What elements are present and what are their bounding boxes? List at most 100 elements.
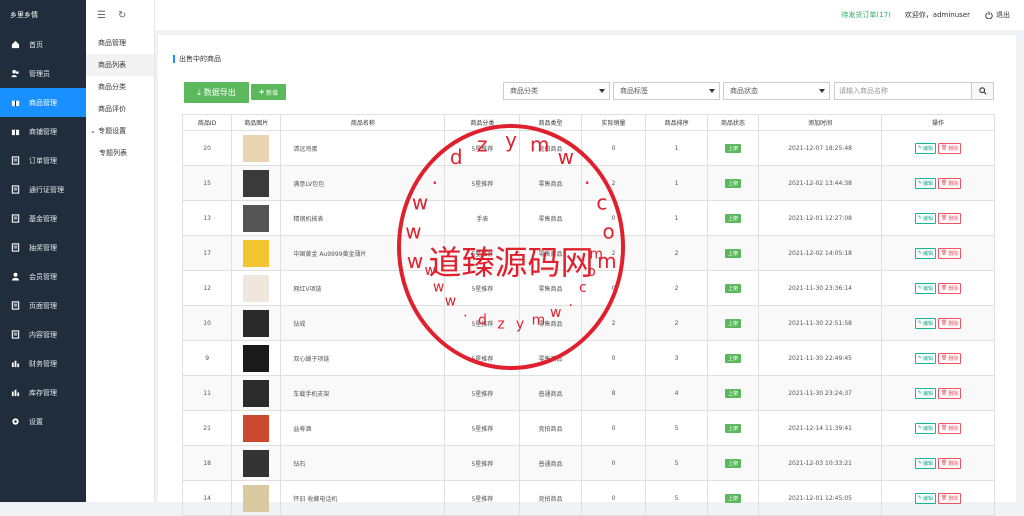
- status-badge[interactable]: 上架: [724, 423, 741, 433]
- sidebar-item-label: 设置: [29, 417, 43, 426]
- product-thumbnail[interactable]: [243, 484, 270, 512]
- product-image-cell: [231, 445, 282, 481]
- status-select[interactable]: 商品状态: [723, 82, 830, 100]
- export-button[interactable]: ⤓ 数据导出: [184, 82, 249, 103]
- product-image-cell: [231, 480, 282, 516]
- sidebar-item[interactable]: 商品管理: [0, 88, 86, 117]
- product-image-cell: [231, 165, 282, 201]
- tag-select[interactable]: 商品标签: [613, 82, 720, 100]
- sidebar-item[interactable]: 首页: [0, 30, 86, 59]
- menu-toggle-icon[interactable]: ☰: [97, 10, 106, 21]
- status-badge[interactable]: 上架: [724, 493, 741, 503]
- delete-button[interactable]: 🗑 删除: [937, 352, 962, 364]
- edit-button[interactable]: ✎ 编辑: [914, 212, 936, 224]
- delete-button[interactable]: 🗑 删除: [937, 317, 962, 329]
- subnav-item[interactable]: 商品评价: [86, 98, 154, 120]
- list-icon: [10, 243, 20, 252]
- product-id: 10: [181, 305, 233, 341]
- product-id: 21: [181, 410, 233, 446]
- product-thumbnail[interactable]: [243, 344, 270, 372]
- actions-cell: ✎ 编辑 🗑 删除: [881, 235, 995, 271]
- column-header: 商品名称: [280, 114, 446, 131]
- add-button[interactable]: ✚ 新增: [251, 84, 286, 100]
- sidebar-item[interactable]: 库存管理: [0, 378, 86, 407]
- subnav-item-label: 商品列表: [98, 61, 126, 69]
- edit-button[interactable]: ✎ 编辑: [914, 387, 936, 399]
- product-thumbnail[interactable]: [243, 134, 270, 162]
- subnav-item[interactable]: 专题列表: [86, 142, 154, 164]
- delete-button[interactable]: 🗑 删除: [937, 247, 962, 259]
- subnav-item[interactable]: 商品分类: [86, 76, 154, 98]
- product-sales: 0: [580, 340, 647, 376]
- product-thumbnail[interactable]: [243, 414, 270, 442]
- product-sort: 1: [645, 200, 708, 236]
- edit-button[interactable]: ✎ 编辑: [914, 247, 936, 259]
- refresh-icon[interactable]: ↻: [118, 10, 126, 21]
- edit-button[interactable]: ✎ 编辑: [914, 282, 936, 294]
- delete-button[interactable]: 🗑 删除: [937, 387, 962, 399]
- actions-cell: ✎ 编辑 🗑 删除: [881, 165, 995, 201]
- status-badge[interactable]: 上架: [724, 458, 741, 468]
- sidebar-item[interactable]: 订单管理: [0, 146, 86, 175]
- sidebar-item[interactable]: 商铺管理: [0, 117, 86, 146]
- edit-button[interactable]: ✎ 编辑: [914, 457, 936, 469]
- sidebar-item[interactable]: 通行证管理: [0, 175, 86, 204]
- search-button[interactable]: [972, 82, 994, 100]
- status-badge[interactable]: 上架: [724, 143, 741, 153]
- status-badge[interactable]: 上架: [724, 318, 741, 328]
- product-thumbnail[interactable]: [243, 379, 270, 407]
- edit-button[interactable]: ✎ 编辑: [914, 352, 936, 364]
- delete-button[interactable]: 🗑 删除: [937, 282, 962, 294]
- sidebar-item[interactable]: 抽奖管理: [0, 233, 86, 262]
- sidebar-item[interactable]: 财务管理: [0, 349, 86, 378]
- product-thumbnail[interactable]: [243, 274, 270, 302]
- sidebar-item-label: 页面管理: [29, 301, 57, 310]
- product-thumbnail[interactable]: [243, 204, 270, 232]
- product-thumbnail[interactable]: [243, 169, 270, 197]
- product-thumbnail[interactable]: [243, 449, 270, 477]
- product-table: 商品ID 商品图片 商品名称 商品分类 商品类型 实际销量 商品排序 商品状态 添加时间 操作 2…: [181, 114, 995, 516]
- subnav-item[interactable]: 商品列表: [86, 54, 154, 76]
- column-header: 商品分类: [444, 114, 521, 131]
- product-type: 零售商品: [519, 165, 582, 201]
- pending-orders-link[interactable]: 待发货订单(17): [841, 10, 890, 20]
- product-thumbnail[interactable]: [243, 309, 270, 337]
- sidebar-item-label: 管理员: [29, 69, 50, 78]
- sidebar-item[interactable]: 管理员: [0, 59, 86, 88]
- edit-button[interactable]: ✎ 编辑: [914, 177, 936, 189]
- product-category: 5星推荐: [444, 410, 521, 446]
- delete-label: 删除: [948, 425, 959, 432]
- status-badge[interactable]: 上架: [724, 283, 741, 293]
- product-status-cell: 上架: [706, 410, 760, 446]
- edit-button[interactable]: ✎ 编辑: [914, 142, 936, 154]
- delete-button[interactable]: 🗑 删除: [937, 212, 962, 224]
- product-name: 钻戒: [280, 305, 446, 341]
- status-badge[interactable]: 上架: [724, 353, 741, 363]
- sidebar-item[interactable]: 会员管理: [0, 262, 86, 291]
- logout-button[interactable]: 退出: [985, 10, 1010, 20]
- status-badge[interactable]: 上架: [724, 213, 741, 223]
- delete-button[interactable]: 🗑 删除: [937, 142, 962, 154]
- sidebar-item[interactable]: 内容管理: [0, 320, 86, 349]
- table-row: 11 车载手机支架 5星推荐 普通商品 8 4 上架 2021-11-30 23:24:37 ✎…: [181, 375, 995, 411]
- edit-button[interactable]: ✎ 编辑: [914, 317, 936, 329]
- edit-button[interactable]: ✎ 编辑: [914, 422, 936, 434]
- delete-button[interactable]: 🗑 删除: [937, 177, 962, 189]
- sidebar-item[interactable]: 页面管理: [0, 291, 86, 320]
- delete-button[interactable]: 🗑 删除: [937, 422, 962, 434]
- subnav-item[interactable]: ⌄ 专题设置: [86, 120, 154, 142]
- sidebar-item[interactable]: 设置: [0, 407, 86, 436]
- product-thumbnail[interactable]: [243, 239, 270, 267]
- edit-label: 编辑: [922, 425, 933, 432]
- trash-icon: 🗑: [940, 180, 948, 186]
- delete-label: 删除: [948, 180, 959, 187]
- status-badge[interactable]: 上架: [724, 388, 741, 398]
- sidebar-item[interactable]: 基金管理: [0, 204, 86, 233]
- search-input[interactable]: 请输入商品名称: [834, 82, 972, 100]
- product-added-time: 2021-12-03 10:33:21: [758, 445, 883, 481]
- status-badge[interactable]: 上架: [724, 248, 741, 258]
- product-sales: 0: [580, 410, 647, 446]
- category-select[interactable]: 商品分类: [503, 82, 610, 100]
- delete-button[interactable]: 🗑 删除: [937, 457, 962, 469]
- status-badge[interactable]: 上架: [724, 178, 741, 188]
